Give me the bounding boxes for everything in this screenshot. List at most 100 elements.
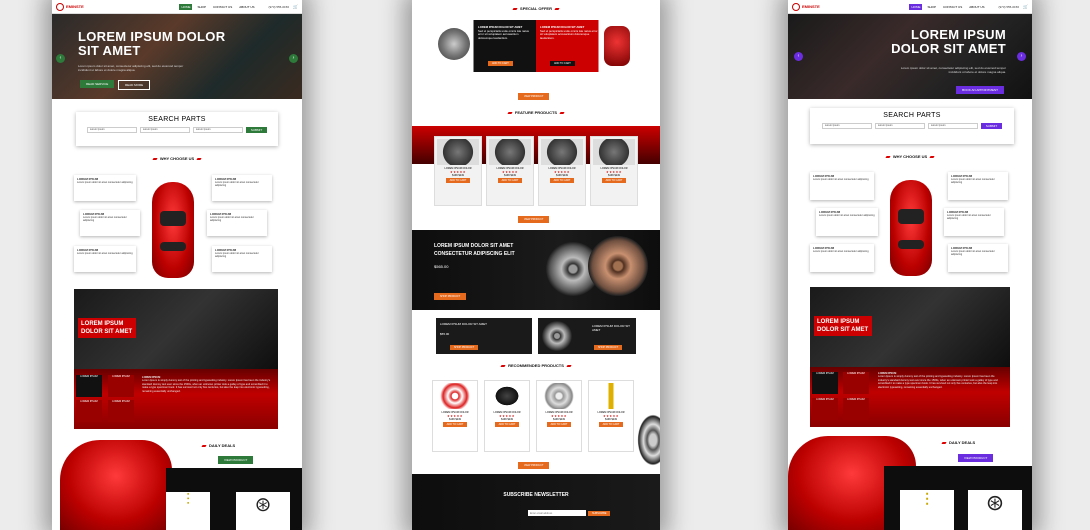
red-car-image xyxy=(152,182,194,278)
product-card[interactable]: LOREM IPSUM DOLOR ★★★★★ $199 $249 ADD TO CA… xyxy=(538,136,586,206)
wheels-shop-button[interactable]: SHOP PRODUCT xyxy=(434,293,467,300)
nav-home[interactable]: HOME xyxy=(179,3,193,10)
offer-card-2[interactable]: LOREM IPSUM DOLOR SIT AMET Sed ut perspic… xyxy=(536,20,640,72)
add-to-cart-button[interactable]: ADD TO CART xyxy=(497,178,523,183)
promo-tile[interactable]: LOREM IPSUM xyxy=(108,400,134,422)
nav-contact[interactable]: CONTACT US xyxy=(941,4,964,10)
select-model[interactable]: Lorem Ipsum xyxy=(874,123,925,129)
search-parts-box: SEARCH PARTS Lorem Ipsum Lorem Ipsum Lor… xyxy=(810,108,1014,144)
phone-number[interactable]: (973) 555-0156 xyxy=(999,5,1020,9)
add-to-cart-button[interactable]: ADD TO CART xyxy=(601,178,627,183)
cart-icon[interactable]: 🛒 xyxy=(1023,4,1028,9)
add-to-cart-button[interactable]: ADD TO CART xyxy=(494,422,520,427)
wheel-image xyxy=(542,321,572,351)
bronze-wheel-image xyxy=(588,236,648,296)
offer-view-product-button[interactable]: VIEW PRODUCT xyxy=(518,93,550,100)
logo-icon xyxy=(56,2,64,11)
next-arrow-icon[interactable]: › xyxy=(1017,52,1026,61)
red-car-image xyxy=(890,180,932,276)
appointment-button[interactable]: BOOK AN APPOINTMENT xyxy=(956,86,1004,94)
daily-deals-title: DAILY DEALS xyxy=(201,443,235,448)
nav-contact[interactable]: CONTACT US xyxy=(211,4,234,10)
select-model[interactable]: Lorem Ipsum xyxy=(139,127,190,133)
feature-card: LOREM IPSUM Lorem ipsum dolor sit amet co… xyxy=(816,208,878,236)
offer-add-to-cart[interactable]: ADD TO CART xyxy=(550,61,575,66)
view-product-button[interactable]: VIEW PRODUCT xyxy=(218,456,254,464)
phone-number[interactable]: (973) 555-0156 xyxy=(269,5,290,9)
nav-shop[interactable]: SHOP xyxy=(925,4,938,10)
feature-card: LOREM IPSUM Lorem ipsum dolor sit amet co… xyxy=(810,172,874,200)
next-arrow-icon[interactable]: › xyxy=(289,54,298,63)
cart-icon[interactable]: 🛒 xyxy=(293,4,298,9)
feature-card: LOREM IPSUM Lorem ipsum dolor sit amet co… xyxy=(212,246,272,272)
hero-banner: LOREM IPSUM DOLOR SIT AMET Lorem ipsum d… xyxy=(788,14,1032,99)
select-make[interactable]: Lorem Ipsum xyxy=(86,127,137,133)
deal-shock-absorber[interactable]: ⫶ xyxy=(166,492,210,530)
add-to-cart-button[interactable]: ADD TO CART xyxy=(442,422,468,427)
header: EMINSTE HOME SHOP CONTACT US ABOUT US (9… xyxy=(52,0,302,14)
promo-tile[interactable]: LOREM IPSUM xyxy=(76,400,102,422)
deal-steering-wheel[interactable]: ⊛ xyxy=(968,490,1022,530)
deal-car-image xyxy=(60,440,172,530)
feature-card: LOREM IPSUM Lorem ipsum dolor sit amet co… xyxy=(944,208,1004,236)
feature-products-title: FEATURE PRODUCTS xyxy=(412,110,660,115)
mini-banner-2[interactable]: LOREM IPSUM DOLOR SIT AMET SHOP PRODUCT xyxy=(538,318,636,354)
promo-tile[interactable]: LOREM IPSUM xyxy=(108,375,134,397)
logo[interactable]: EMINSTE xyxy=(56,2,84,11)
mini-banner-1[interactable]: LOREM IPSUM DOLOR SIT AMET $55.00 SHOP P… xyxy=(436,318,532,354)
deal-steering-wheel[interactable]: ⊛ xyxy=(236,492,290,530)
add-to-cart-button[interactable]: ADD TO CART xyxy=(445,178,471,183)
recommended-title: RECOMMENDED PRODUCTS xyxy=(412,363,660,368)
product-card[interactable]: LOREM IPSUM DOLOR ★★★★★ $199 $249 ADD TO CA… xyxy=(588,380,634,452)
product-card[interactable]: LOREM IPSUM DOLOR ★★★★★ $199 $249 ADD TO CA… xyxy=(484,380,530,452)
promo-tile[interactable]: LOREM IPSUM xyxy=(812,398,838,420)
subscribe-button[interactable]: SUBSCRIBE xyxy=(588,511,611,516)
mini-shop-button[interactable]: SHOP PRODUCT xyxy=(450,345,479,350)
offer-add-to-cart[interactable]: ADD TO CART xyxy=(488,61,513,66)
shock-absorber-icon: ⫶ xyxy=(185,492,190,509)
steering-wheel-icon: ⊛ xyxy=(254,494,272,516)
logo[interactable]: EMINSTE xyxy=(792,2,820,11)
hero-secondary-button[interactable]: READ MORE xyxy=(118,80,151,90)
offer-text: LOREM IPSUM DOLOR SIT AMET Sed ut perspic… xyxy=(478,25,529,40)
deal-shock-absorber[interactable]: ⫶ xyxy=(900,490,954,530)
prev-arrow-icon[interactable]: ‹ xyxy=(794,52,803,61)
product-card[interactable]: LOREM IPSUM DOLOR ★★★★★ $199 $249 ADD TO CA… xyxy=(536,380,582,452)
nav-about[interactable]: ABOUT US xyxy=(237,4,256,10)
view-product-button[interactable]: VIEW PRODUCT xyxy=(958,454,994,462)
newsletter-title: SUBSCRIBE NEWSLETTER xyxy=(503,492,569,498)
product-card[interactable]: LOREM IPSUM DOLOR ★★★★★ $199 $249 ADD TO CA… xyxy=(486,136,534,206)
product-card[interactable]: LOREM IPSUM DOLOR ★★★★★ $199 $249 ADD TO CA… xyxy=(432,380,478,452)
feature-card: LOREM IPSUM Lorem ipsum dolor sit amet co… xyxy=(810,244,874,272)
mini-shop-button[interactable]: SHOP PRODUCT xyxy=(594,345,623,350)
nav-shop[interactable]: SHOP xyxy=(195,4,208,10)
recommended-view-product-button[interactable]: VIEW PRODUCT xyxy=(518,462,550,469)
newsletter-email-input[interactable] xyxy=(528,510,586,516)
promo-tile[interactable]: LOREM IPSUM xyxy=(843,398,869,420)
hero-title: LOREM IPSUM DOLOR SIT AMET xyxy=(78,29,226,58)
logo-text: EMINSTE xyxy=(66,4,84,9)
nav-home[interactable]: HOME xyxy=(909,3,923,10)
search-submit-button[interactable]: SUBMIT xyxy=(245,127,268,133)
search-submit-button[interactable]: SUBMIT xyxy=(980,123,1003,129)
add-to-cart-button[interactable]: ADD TO CART xyxy=(598,422,624,427)
featured-view-product-button[interactable]: VIEW PRODUCT xyxy=(518,216,550,223)
select-year[interactable]: Lorem Ipsum xyxy=(192,127,243,133)
select-make[interactable]: Lorem Ipsum xyxy=(821,123,872,129)
prev-arrow-icon[interactable]: ‹ xyxy=(56,54,65,63)
promo-tile[interactable]: LOREM IPSUM xyxy=(812,372,838,394)
promo-tile[interactable]: LOREM IPSUM xyxy=(843,372,869,394)
select-year[interactable]: Lorem Ipsum xyxy=(927,123,978,129)
offer-card-1[interactable]: LOREM IPSUM DOLOR SIT AMET Sed ut perspic… xyxy=(432,20,536,72)
add-to-cart-button[interactable]: ADD TO CART xyxy=(549,178,575,183)
nav-about[interactable]: ABOUT US xyxy=(967,4,986,10)
feature-card: LOREM IPSUM Lorem ipsum dolor sit amet co… xyxy=(948,244,1008,272)
promo-tile[interactable]: LOREM IPSUM xyxy=(76,375,102,397)
add-to-cart-button[interactable]: ADD TO CART xyxy=(546,422,572,427)
wheels-title: LOREM IPSUM DOLOR SIT AMET CONSECTETUR A… xyxy=(434,243,515,257)
product-card[interactable]: LOREM IPSUM DOLOR ★★★★★ $199 $249 ADD TO CA… xyxy=(590,136,638,206)
hero-primary-button[interactable]: READ SERVICE xyxy=(80,80,115,88)
steering-wheel-icon: ⊛ xyxy=(985,490,1005,515)
main-nav: HOME SHOP CONTACT US ABOUT US xyxy=(909,3,986,10)
product-card[interactable]: LOREM IPSUM DOLOR ★★★★★ $199 $249 ADD TO CA… xyxy=(434,136,482,206)
